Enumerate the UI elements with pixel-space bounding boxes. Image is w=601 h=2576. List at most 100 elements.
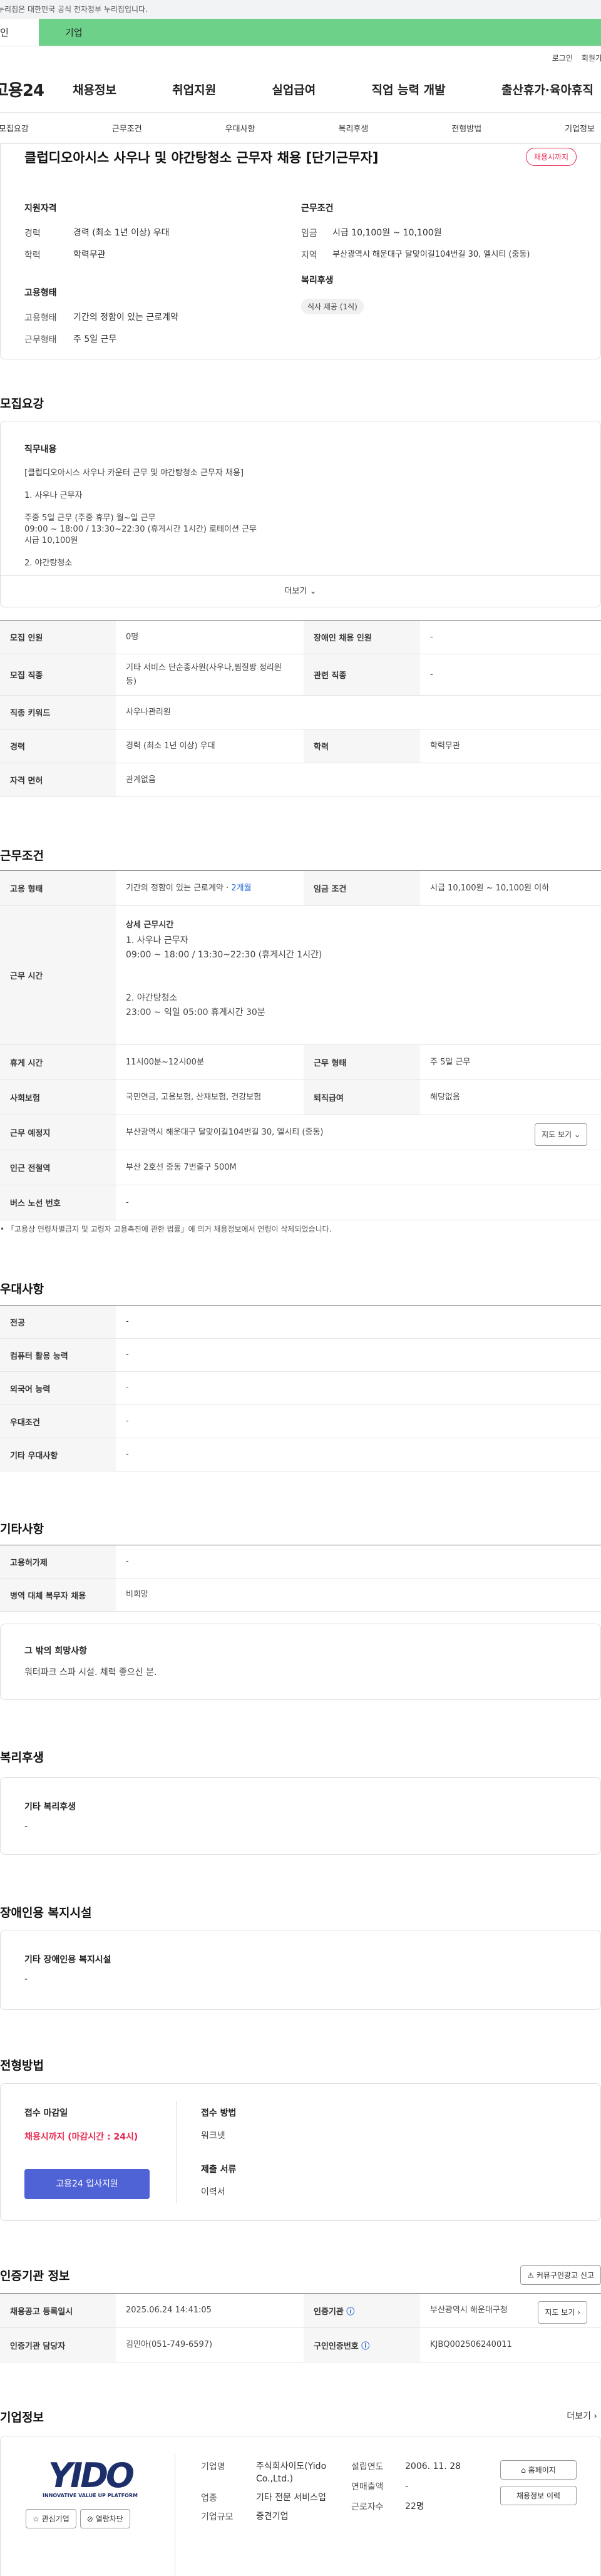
- cell: 사우나관리원: [116, 695, 601, 729]
- util-links: 로그인 회원가: [0, 46, 601, 66]
- company-name-value: 주식회사이도(Yido Co.,Ltd.): [256, 2461, 327, 2484]
- cert-map-label: 지도 보기: [545, 2308, 575, 2317]
- cert-table: 채용공고 등록일시 2025.06.24 14:41:05 인증기관 ⓘ 부산광역시 …: [0, 2293, 601, 2362]
- duty-box: 직무내용 [클럽디오아시스 사우나 카운터 근무 및 야간탕청소 근무자 채용]…: [0, 421, 601, 607]
- company-info-left: 기업명 주식회사이도(Yido Co.,Ltd.) 업종 기타 전문 서비스업 기업…: [201, 2460, 345, 2532]
- docs-heading: 제출 서류: [201, 2165, 237, 2175]
- cell-head: 경력: [0, 729, 116, 763]
- job-summary-card: 클럽디오아시스 사우나 및 야간탕청소 근무자 채용 [단기근무자] 채용시까지…: [0, 144, 601, 359]
- login-link[interactable]: 로그인: [552, 54, 573, 63]
- work-table: 고용 형태 기간의 정함이 있는 근로계약 · 2개월 임금 조건 시급 10,100…: [0, 870, 601, 1220]
- cell: -: [116, 1305, 601, 1339]
- chevron-down-icon: ⌄: [573, 1130, 580, 1139]
- apply-label: 고용24 입사지원: [56, 2179, 118, 2189]
- size-label: 기업규모: [201, 2512, 234, 2522]
- report-button[interactable]: ⚠ 커뮤구인광고 신고: [520, 2265, 601, 2285]
- gnb-item-unemployment-benefit[interactable]: 실업급여: [272, 81, 316, 98]
- cert-agency-value: 부산광역시 해운대구청: [430, 2306, 508, 2315]
- emp-period: 2개월: [231, 883, 252, 893]
- sales-label: 연매출액: [351, 2482, 384, 2492]
- cell: 국민연금, 고용보험, 산재보험, 건강보험: [116, 1079, 304, 1115]
- homepage-label: 홈페이지: [528, 2466, 556, 2475]
- gnb-item-training[interactable]: 직업 능력 개발: [372, 81, 446, 98]
- disab-value: -: [24, 1974, 28, 1984]
- snb-item-company[interactable]: 기업정보: [565, 122, 595, 134]
- loc-value: 부산광역시 해운대구 달맞이길104번길 30, 엘시티 (중동): [126, 1127, 324, 1137]
- cell: KJBQ002506240011: [420, 2327, 601, 2362]
- tab-company[interactable]: 기업: [39, 19, 601, 46]
- gnb-item-parental-leave[interactable]: 출산휴가·육아휴직: [501, 81, 593, 98]
- block-button[interactable]: ⊘ 열람차단: [80, 2509, 130, 2528]
- apply-button[interactable]: 고용24 입사지원: [24, 2169, 150, 2199]
- cell-head: 임금 조건: [304, 870, 420, 906]
- snb-item-recruit[interactable]: 모집요강: [0, 122, 29, 134]
- gnb-item-employment-support[interactable]: 취업지원: [172, 81, 216, 98]
- select-title: 전형방법: [0, 2059, 44, 2073]
- snb-item-pref[interactable]: 우대사항: [225, 122, 255, 134]
- wish-box: 그 밖의 희망사항 워터파크 스파 시설. 체력 좋으신 분.: [0, 1624, 601, 1700]
- duty-heading: 직무내용: [24, 445, 57, 455]
- homepage-button[interactable]: ⌂ 홈페이지: [500, 2460, 577, 2480]
- cell: -: [420, 654, 601, 696]
- cell: 상세 근무시간 1. 사우나 근무자 09:00 ~ 18:00 / 13:30~2…: [116, 905, 601, 1045]
- docs-value: 이력서: [201, 2187, 225, 2197]
- map-button[interactable]: 지도 보기 ⌄: [535, 1123, 587, 1146]
- cell: 해당없음: [420, 1079, 601, 1115]
- snb-item-work[interactable]: 근무조건: [112, 122, 142, 134]
- time-line: 2. 야간탕청소: [126, 993, 178, 1003]
- tab-personal[interactable]: 인: [0, 19, 39, 46]
- snb-item-welfare[interactable]: 복리후생: [338, 122, 368, 134]
- fav-button[interactable]: ☆ 관심기업: [26, 2509, 76, 2528]
- cell-head: 퇴직급여: [304, 1079, 420, 1115]
- time-content: 1. 사우나 근무자 09:00 ~ 18:00 / 13:30~22:30 (휴…: [126, 934, 591, 1020]
- cell: 경력 (최소 1년 이상) 우대: [116, 729, 304, 763]
- cell: 부산 2호선 중동 7번출구 500M: [116, 1150, 601, 1185]
- duty-line: 09:00 ~ 18:00 / 13:30~22:30 (휴게시간 1시간) 로…: [24, 525, 257, 534]
- report-icon: ⚠: [527, 2271, 535, 2280]
- cert-map-button[interactable]: 지도 보기 ›: [538, 2301, 587, 2324]
- employees-label: 근로자수: [351, 2502, 384, 2512]
- home-icon: ⌂: [521, 2466, 526, 2475]
- join-link[interactable]: 회원가: [582, 54, 601, 63]
- duty-line: 시급 10,100원: [24, 536, 78, 545]
- fav-label: 관심기업: [41, 2515, 69, 2523]
- star-icon: ☆: [33, 2515, 39, 2523]
- cell: 2025.06.24 14:41:05: [116, 2293, 304, 2328]
- time-line: [126, 962, 591, 977]
- cell-head: 전공: [0, 1305, 116, 1339]
- duty-line: [클럽디오아시스 사우나 카운터 근무 및 야간탕청소 근무자 채용]: [24, 468, 244, 478]
- cell: 기간의 정함이 있는 근로계약 · 2개월: [116, 870, 304, 906]
- cell-head: 인근 전철역: [0, 1150, 116, 1185]
- info-icon[interactable]: ⓘ: [361, 2342, 369, 2351]
- cell-head: 인증기관 담당자: [0, 2327, 116, 2362]
- more-label: 더보기: [284, 587, 307, 596]
- cell: 학력무관: [420, 729, 601, 763]
- cell-head: 근무 시간: [0, 905, 116, 1045]
- cell: 기타 서비스 단순종사원(사우나,찜질방 정리원 등): [116, 654, 304, 696]
- wage-value: 시급 10,100원 ~ 10,100원: [332, 228, 442, 238]
- snb-item-selection[interactable]: 전형방법: [451, 122, 481, 134]
- cell: 부산광역시 해운대구 달맞이길104번길 30, 엘시티 (중동) 지도 보기 ⌄: [116, 1115, 601, 1150]
- pref-title: 우대사항: [0, 1282, 44, 1296]
- employees-value: 22명: [405, 2501, 424, 2512]
- company-logo: YIDO INNOVATIVE VALUE UP PLATFORM: [24, 2459, 156, 2499]
- duty-line: 2. 야간탕청소: [24, 559, 73, 568]
- company-more-link[interactable]: 더보기 ›: [567, 2409, 597, 2422]
- company-more-label: 더보기: [567, 2411, 591, 2421]
- est-label: 설립연도: [351, 2462, 384, 2472]
- more-button[interactable]: 더보기 ⌄: [1, 575, 600, 607]
- job-history-button[interactable]: 채용정보 이력: [500, 2486, 577, 2505]
- time-line: 23:00 ~ 익일 05:00 휴게시간 30분: [126, 1007, 265, 1018]
- cell: 시급 10,100원 ~ 10,100원 이하: [420, 870, 601, 906]
- disab-box: 기타 장애인용 복지시설 -: [0, 1930, 601, 2010]
- cell: 비희망: [116, 1578, 601, 1612]
- cell-head: 직종 키워드: [0, 695, 116, 729]
- cell-head: 모집 인원: [0, 620, 116, 654]
- site-logo[interactable]: 고용24: [0, 78, 73, 101]
- info-icon[interactable]: ⓘ: [346, 2307, 354, 2317]
- cell-head: 고용 형태: [0, 870, 116, 906]
- report-label: 커뮤구인광고 신고: [536, 2271, 594, 2280]
- gnb-item-jobs[interactable]: 채용정보: [73, 81, 116, 98]
- company-box: YIDO INNOVATIVE VALUE UP PLATFORM ☆ 관심기업…: [0, 2436, 601, 2576]
- select-box: 접수 마감일 채용시까지 (마감시간 : 24시) 고용24 입사지원 접수 방…: [0, 2083, 601, 2221]
